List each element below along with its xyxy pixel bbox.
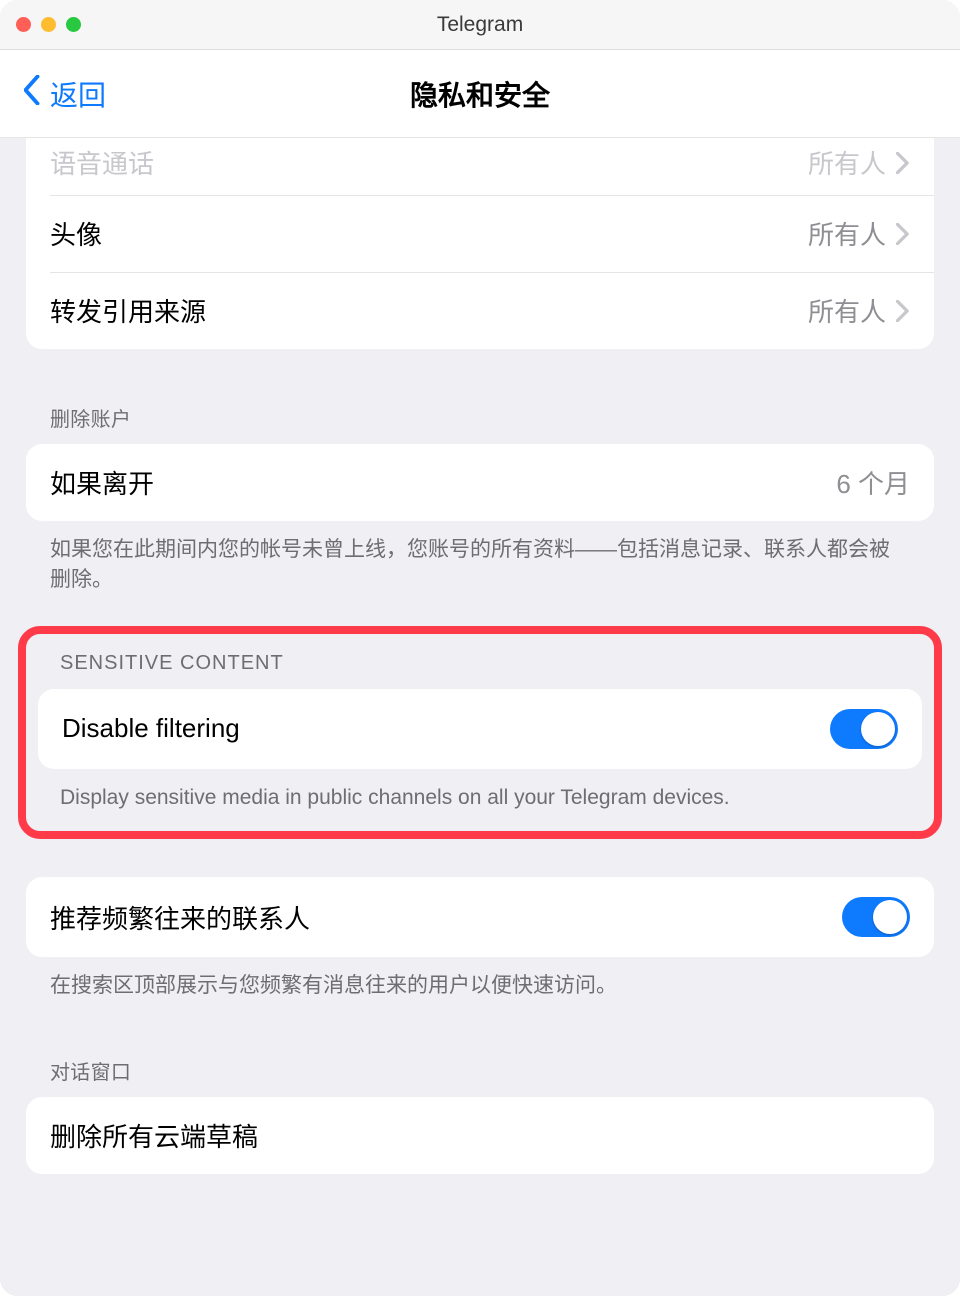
minimize-window-button[interactable] [41, 17, 56, 32]
row-value: 所有人 [808, 215, 910, 252]
chevron-right-icon [896, 152, 910, 174]
delete-account-group: 如果离开 6 个月 [26, 444, 934, 521]
row-label: 删除所有云端草稿 [50, 1117, 258, 1154]
window-title: Telegram [0, 13, 960, 37]
page-title: 隐私和安全 [0, 74, 960, 114]
row-value: 6 个月 [836, 464, 910, 501]
forward-citation-row[interactable]: 转发引用来源 所有人 [26, 272, 934, 349]
voice-calls-row[interactable]: 语音通话 所有人 [26, 138, 934, 195]
disable-filtering-toggle[interactable] [830, 709, 898, 749]
maximize-window-button[interactable] [66, 17, 81, 32]
privacy-group: 语音通话 所有人 头像 所有人 转发引用来源 所有人 [26, 138, 934, 349]
frequent-contacts-group: 推荐频繁往来的联系人 [26, 877, 934, 957]
chat-window-header: 对话窗口 [50, 1056, 910, 1085]
sensitive-content-highlight: SENSITIVE CONTENT Disable filtering Disp… [18, 626, 942, 839]
delete-account-footer: 如果您在此期间内您的帐号未曾上线，您账号的所有资料——包括消息记录、联系人都会被… [50, 535, 910, 596]
disable-filtering-row[interactable]: Disable filtering [38, 689, 922, 769]
frequent-contacts-toggle[interactable] [842, 897, 910, 937]
chat-window-group: 删除所有云端草稿 [26, 1097, 934, 1174]
row-label: 如果离开 [50, 464, 154, 501]
row-label: 头像 [50, 215, 102, 252]
row-label: 推荐频繁往来的联系人 [50, 899, 310, 936]
sensitive-content-header: SENSITIVE CONTENT [60, 652, 900, 675]
back-label: 返回 [50, 74, 106, 114]
titlebar: Telegram [0, 0, 960, 50]
row-value: 所有人 [808, 292, 910, 329]
frequent-contacts-row[interactable]: 推荐频繁往来的联系人 [26, 877, 934, 957]
app-window: Telegram 返回 隐私和安全 语音通话 所有人 头像 所有人 [0, 0, 960, 1296]
chevron-right-icon [896, 300, 910, 322]
avatar-row[interactable]: 头像 所有人 [26, 195, 934, 272]
row-value: 所有人 [808, 144, 910, 181]
row-label: 转发引用来源 [50, 292, 206, 329]
close-window-button[interactable] [16, 17, 31, 32]
content-scroll[interactable]: 语音通话 所有人 头像 所有人 转发引用来源 所有人 [0, 138, 960, 1296]
chevron-right-icon [896, 223, 910, 245]
back-button[interactable]: 返回 [24, 74, 106, 114]
row-label: Disable filtering [62, 713, 240, 744]
row-label: 语音通话 [50, 144, 154, 181]
if-away-row[interactable]: 如果离开 6 个月 [26, 444, 934, 521]
frequent-contacts-footer: 在搜索区顶部展示与您频繁有消息往来的用户以便快速访问。 [50, 971, 910, 1001]
sensitive-content-footer: Display sensitive media in public channe… [60, 783, 900, 813]
spacer [0, 839, 960, 877]
sensitive-content-group: Disable filtering [38, 689, 922, 769]
navbar: 返回 隐私和安全 [0, 50, 960, 138]
delete-cloud-drafts-row[interactable]: 删除所有云端草稿 [26, 1097, 934, 1174]
chevron-left-icon [24, 75, 42, 112]
delete-account-header: 删除账户 [50, 403, 910, 432]
traffic-lights [16, 17, 81, 32]
